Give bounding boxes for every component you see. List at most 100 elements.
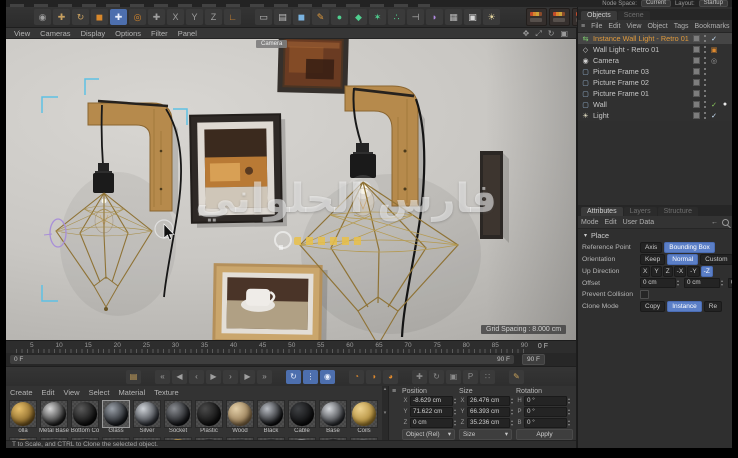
material-thumbnail[interactable]: Base [318, 399, 348, 435]
material-thumbnail[interactable]: Plastic [194, 399, 224, 435]
goto-next-frame-button[interactable]: › [223, 369, 238, 384]
viewport-menu-item[interactable]: Options [115, 29, 141, 38]
y-axis-lock[interactable]: Y [186, 9, 203, 25]
toggle-view-icon[interactable]: ▣ [560, 29, 568, 38]
object-enable-toggle[interactable] [693, 90, 700, 97]
keyframe-selection-button[interactable]: ⋮ [303, 369, 318, 384]
field-icon[interactable]: ✶ [369, 9, 386, 25]
material-menu-item[interactable]: Edit [42, 388, 55, 397]
stepper-icon[interactable]: ▴ ▾ [677, 279, 682, 287]
object-tree-row[interactable]: ◉ Camera ◎ [578, 55, 732, 66]
scale-tool[interactable]: ◼ [91, 9, 108, 25]
record-parameter-button[interactable]: ↻ [429, 369, 444, 384]
object-menu-item[interactable]: File [591, 23, 602, 30]
object-tag-icon[interactable]: ▣ [710, 46, 718, 54]
reference-point-option[interactable]: Axis [640, 241, 663, 253]
material-menu-item[interactable]: Texture [154, 388, 179, 397]
object-enable-toggle[interactable] [693, 112, 700, 119]
object-visibility-dots[interactable] [703, 112, 707, 119]
live-selection-tool[interactable]: ◉ [34, 9, 51, 25]
up-direction-option[interactable]: Z [662, 265, 673, 277]
object-menu-icon[interactable]: ≡ [581, 23, 585, 30]
pan-view-icon[interactable]: ✥ [523, 29, 530, 38]
material-menu-item[interactable]: View [63, 388, 79, 397]
object-tree-row[interactable]: ▢ Wall ✓ ● [578, 99, 732, 110]
material-menu-item[interactable]: Material [118, 388, 145, 397]
stepper-icon[interactable]: ▴ ▾ [721, 279, 726, 287]
camera-icon[interactable]: ▣ [464, 9, 481, 25]
clone-mode-option[interactable]: Re [703, 300, 723, 312]
rotation-input[interactable]: 0 ° [524, 418, 567, 428]
object-tag-icon[interactable]: ◎ [710, 57, 718, 65]
z-axis-lock[interactable]: Z [205, 9, 222, 25]
viewport-render-icon[interactable]: ▭ [255, 9, 272, 25]
history-back-icon[interactable]: ← [711, 219, 718, 226]
record-rotation-button[interactable]: ✚ [412, 369, 427, 384]
material-menu-item[interactable]: Select [89, 388, 110, 397]
preview-range-slider[interactable]: 0 F 90 F [10, 355, 514, 364]
offset-field[interactable]: 0 cm [640, 278, 676, 288]
stepper-icon[interactable]: ▴ ▾ [568, 419, 573, 427]
object-menu-item[interactable]: Edit [608, 23, 620, 30]
end-frame-field[interactable]: 90 F [522, 354, 546, 365]
attribute-menu-item[interactable]: Mode [581, 219, 599, 226]
stepper-icon[interactable]: ▴ ▾ [568, 397, 573, 405]
attribute-manager-tab[interactable]: Attributes [581, 207, 623, 216]
light-icon[interactable]: ☀ [483, 9, 500, 25]
goto-end-button[interactable]: » [257, 369, 272, 384]
object-visibility-dots[interactable] [703, 46, 707, 53]
brush-tool-button[interactable]: ✎ [509, 369, 524, 384]
render-view-button[interactable] [526, 8, 547, 26]
position-mode-dropdown[interactable]: Object (Rel) ▾ [402, 429, 455, 440]
interactive-render-icon[interactable]: ▤ [274, 9, 291, 25]
position-input[interactable]: -8.629 cm [410, 396, 453, 406]
object-tag-icon[interactable]: ✓ [710, 35, 718, 43]
material-thumbnail[interactable]: Socket [163, 399, 193, 435]
object-menu-item[interactable]: Object [647, 23, 667, 30]
material-thumbnail[interactable]: Bottom Co [70, 399, 100, 435]
object-tag-icon-2[interactable]: ● [721, 101, 729, 108]
coordinate-system-toggle[interactable]: ∟ [224, 9, 241, 25]
search-icon[interactable] [722, 218, 729, 226]
object-tag-icon[interactable]: ✓ [710, 112, 718, 120]
record-scale-button[interactable]: ◕ [383, 369, 398, 384]
object-visibility-dots[interactable] [703, 57, 707, 64]
position-input[interactable]: 0 cm [410, 418, 453, 428]
record-pla-button[interactable]: ▣ [446, 369, 461, 384]
animation-button[interactable] [143, 376, 153, 377]
size-input[interactable]: 66.393 cm [467, 407, 510, 417]
object-enable-toggle[interactable] [693, 57, 700, 64]
apply-button[interactable]: Apply [516, 429, 573, 440]
cube-primitive-icon[interactable]: ◼ [293, 9, 310, 25]
material-thumbnail[interactable]: olla [8, 399, 38, 435]
animation-button[interactable] [337, 376, 347, 377]
loop-mode-button[interactable]: ↻ [286, 369, 301, 384]
object-tag-icon[interactable]: ✓ [710, 101, 718, 109]
object-menu-item[interactable]: Bookmarks [695, 23, 730, 30]
size-input[interactable]: 26.476 cm [467, 396, 510, 406]
viewport-menu-item[interactable]: Cameras [40, 29, 70, 38]
orientation-option[interactable]: Normal [667, 253, 699, 265]
object-tree-row[interactable]: ☀ Light ✓ [578, 110, 732, 121]
goto-start-button[interactable]: « [155, 369, 170, 384]
object-visibility-dots[interactable] [703, 35, 707, 42]
deformer-icon[interactable]: ◗ [426, 9, 443, 25]
subdivision-surface-icon[interactable]: ● [331, 9, 348, 25]
goto-prev-frame-button[interactable]: ‹ [189, 369, 204, 384]
attribute-manager-tab[interactable]: Structure [657, 207, 698, 216]
material-thumbnail[interactable]: Metal Base [39, 399, 69, 435]
up-direction-option[interactable]: -Y [687, 265, 700, 277]
animation-button[interactable] [400, 376, 410, 377]
up-direction-option[interactable]: -X [673, 265, 687, 277]
play-forward-button[interactable]: ▶ [206, 369, 221, 384]
reference-point-option[interactable]: Bounding Box [664, 241, 715, 253]
toolbar-tool[interactable] [243, 17, 253, 18]
autokeying-button[interactable]: ◉ [320, 369, 335, 384]
size-mode-dropdown[interactable]: Size ▾ [459, 429, 512, 440]
rotate-view-icon[interactable]: ↻ [548, 29, 555, 38]
layout-select[interactable]: Startup [698, 0, 728, 7]
record-position-button[interactable]: ◑ [366, 369, 381, 384]
object-enable-toggle[interactable] [693, 79, 700, 86]
size-input[interactable]: 35.236 cm [467, 418, 510, 428]
viewport-3d[interactable]: Camera Grid Spacing : 8.000 cm فارس الحل… [6, 39, 576, 340]
